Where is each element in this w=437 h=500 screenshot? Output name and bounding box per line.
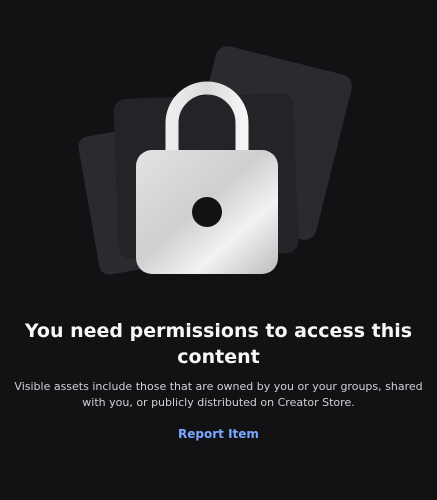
lock-keyhole: [192, 197, 222, 227]
report-item-link[interactable]: Report Item: [0, 425, 437, 443]
page-title-line-2: content: [177, 346, 260, 368]
description-line-2: with you, or publicly distributed on Cre…: [82, 396, 355, 409]
permission-description: Visible assets include those that are ow…: [12, 379, 425, 411]
description-line-1: Visible assets include those that are ow…: [14, 380, 423, 393]
page-title: You need permissions to access this cont…: [0, 318, 437, 370]
page-title-line-1: You need permissions to access this: [24, 320, 413, 342]
permission-denied-page: You need permissions to access this cont…: [0, 0, 437, 500]
locked-content-illustration: [78, 46, 352, 275]
